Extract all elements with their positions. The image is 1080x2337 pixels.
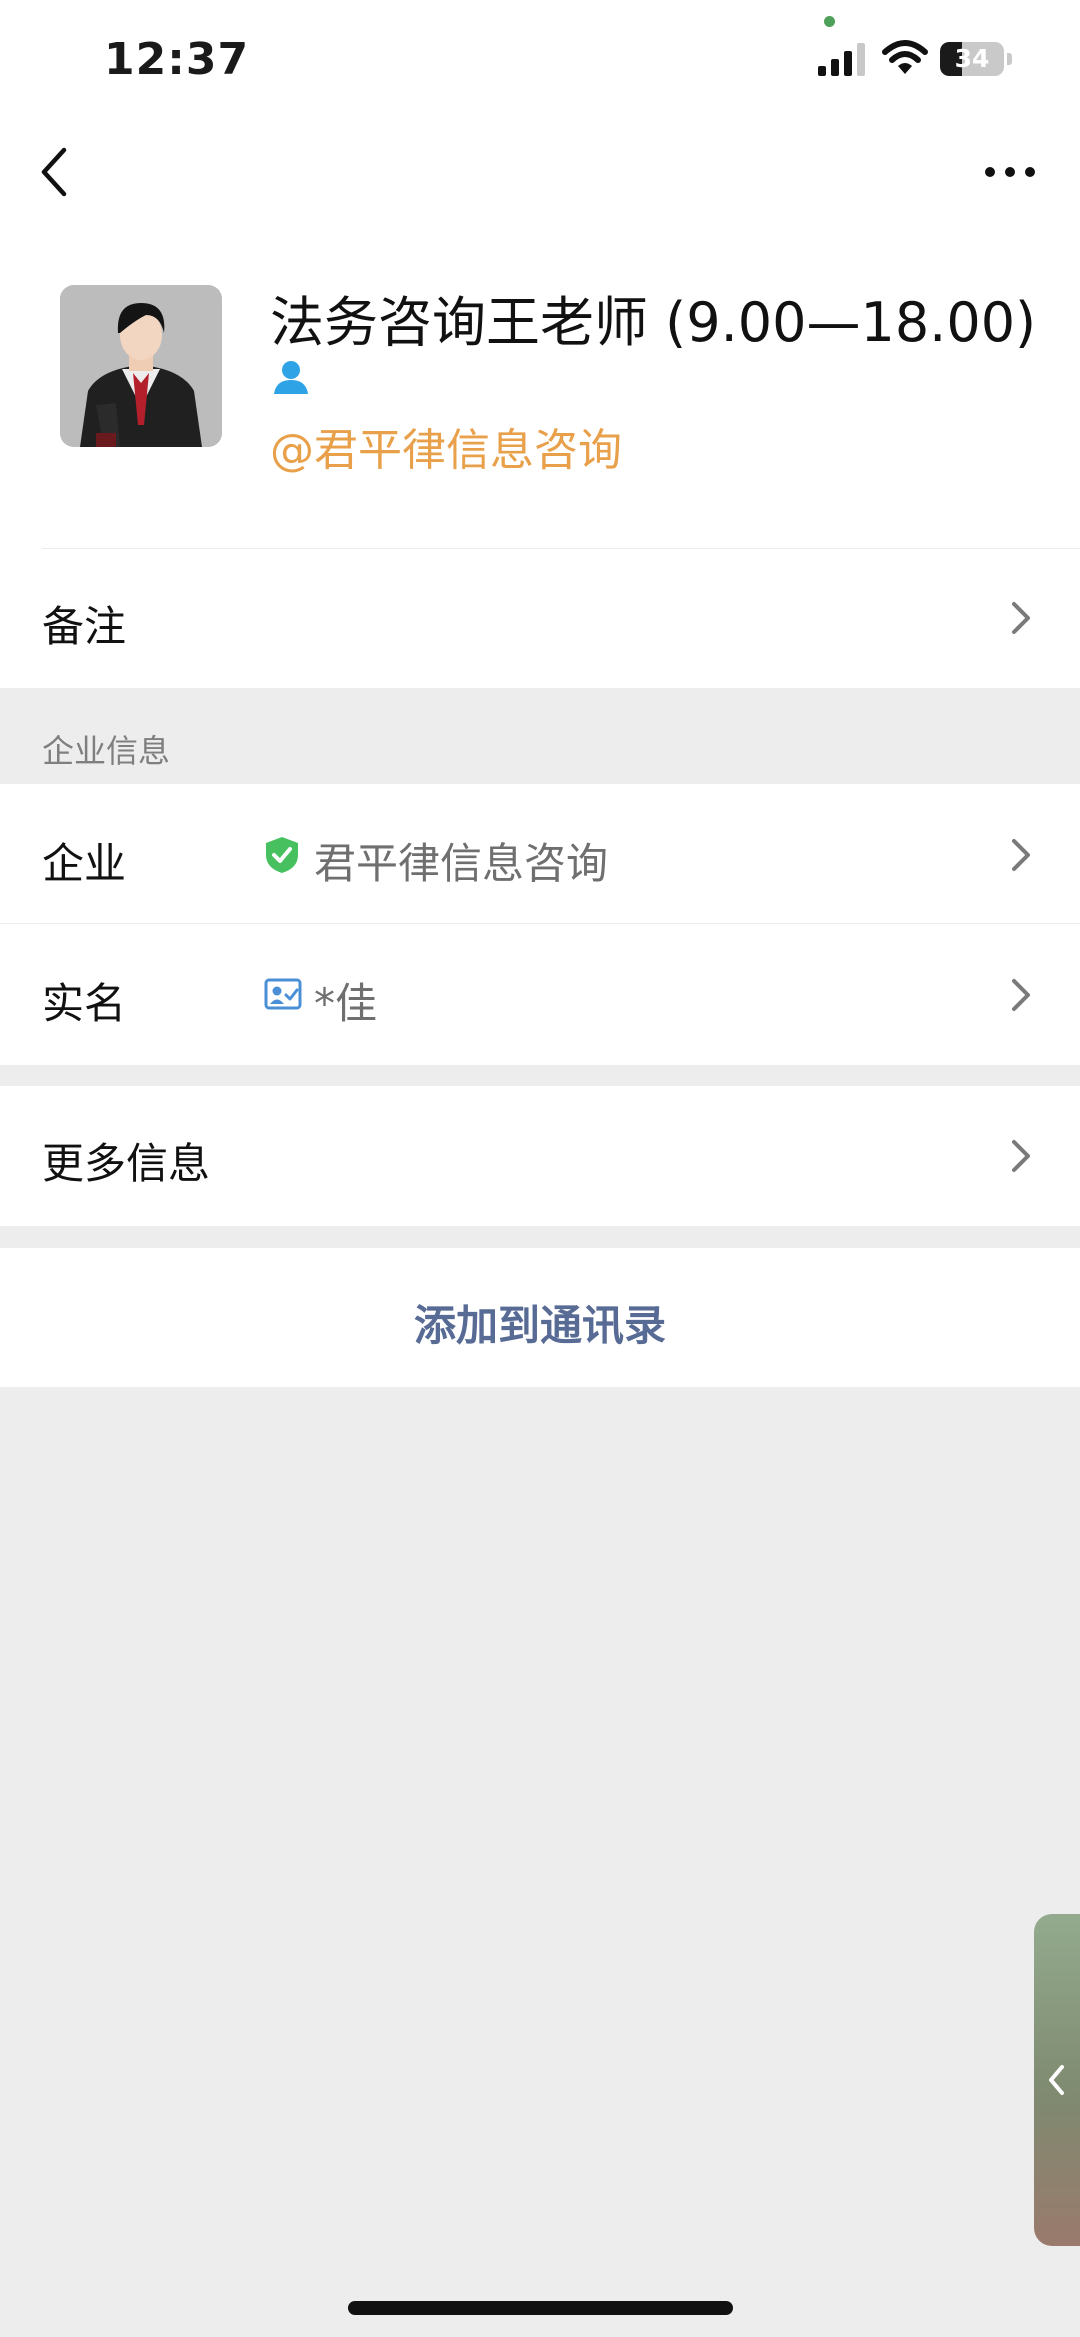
chevron-right-icon	[1012, 839, 1030, 871]
section-title: 企业信息	[42, 732, 171, 770]
battery-level: 34	[954, 44, 990, 73]
company-label: 企业	[42, 839, 127, 888]
add-to-contacts-button[interactable]: 添加到通讯录	[0, 1248, 1080, 1387]
real-name-label: 实名	[42, 979, 127, 1028]
more-info-row[interactable]: 更多信息	[0, 1086, 1080, 1226]
real-name-row[interactable]: 实名 *佳	[0, 924, 1080, 1065]
company-row[interactable]: 企业 君平律信息咨询	[0, 784, 1080, 923]
more-info-label: 更多信息	[42, 1139, 211, 1188]
id-card-icon	[264, 978, 302, 1010]
person-icon	[274, 361, 308, 394]
org-tag[interactable]: @君平律信息咨询	[270, 414, 622, 478]
floating-window-handle[interactable]	[1034, 1914, 1080, 2246]
privacy-indicator-dot	[824, 16, 835, 27]
avatar[interactable]	[60, 285, 222, 447]
battery-icon: 34	[940, 42, 1014, 76]
home-indicator[interactable]	[348, 2301, 733, 2315]
profile-name: 法务咨询王老师 (9.00—18.00)	[270, 291, 1037, 354]
add-to-contacts-label: 添加到通讯录	[413, 1301, 666, 1350]
chevron-left-icon[interactable]	[30, 142, 80, 202]
verified-shield-icon	[266, 837, 298, 873]
lawyer-avatar-illustration	[60, 285, 222, 447]
remark-row[interactable]: 备注	[0, 549, 1080, 688]
cellular-signal-icon	[818, 43, 865, 76]
remark-label: 备注	[42, 602, 127, 651]
chevron-right-icon	[1012, 1140, 1030, 1172]
company-value: 君平律信息咨询	[314, 839, 609, 888]
chevron-right-icon	[1012, 979, 1030, 1011]
chevron-right-icon	[1012, 602, 1030, 634]
status-time: 12:37	[104, 34, 250, 85]
chevron-left-icon	[1049, 2065, 1064, 2095]
more-icon[interactable]	[980, 152, 1040, 192]
real-name-value: *佳	[314, 979, 378, 1028]
wifi-icon	[882, 40, 928, 74]
